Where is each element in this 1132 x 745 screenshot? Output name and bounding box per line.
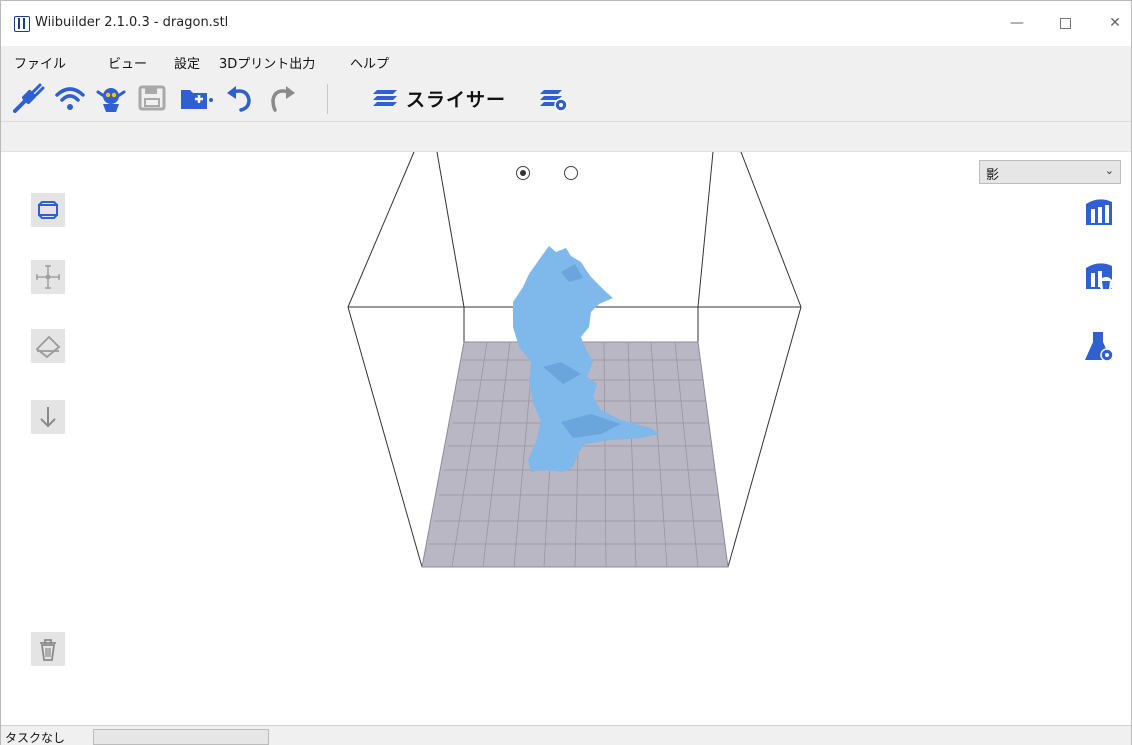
- slicer-settings-icon[interactable]: [537, 82, 571, 114]
- drop-to-bed-icon: [40, 407, 56, 428]
- 3d-viewport[interactable]: 影 ⌄: [1, 152, 1131, 725]
- view-box-icon: [38, 201, 58, 219]
- app-logo-icon: [14, 16, 30, 32]
- rotate-tool-button[interactable]: [31, 329, 65, 363]
- maximize-button[interactable]: [1051, 11, 1079, 35]
- app-window: Wiibuilder 2.1.0.3 - dragon.stl — ✕ ファイル…: [0, 0, 1132, 745]
- menu-settings[interactable]: 設定: [174, 53, 200, 72]
- scene-canvas[interactable]: [1, 152, 1131, 725]
- maximize-icon: [1059, 17, 1071, 29]
- menu-help[interactable]: ヘルプ: [350, 53, 389, 72]
- render-mode-value: 影: [986, 168, 1000, 183]
- support-remove-icon[interactable]: [1083, 260, 1115, 292]
- title-bar: Wiibuilder 2.1.0.3 - dragon.stl — ✕: [1, 1, 1131, 46]
- task-progress-bar: [93, 729, 269, 745]
- drop-to-bed-button[interactable]: [31, 400, 65, 434]
- menu-3d-print-output[interactable]: 3Dプリント出力: [219, 53, 315, 72]
- robot-mascot-icon[interactable]: [94, 82, 128, 114]
- minimize-button[interactable]: —: [1003, 11, 1031, 35]
- render-mode-select[interactable]: 影 ⌄: [979, 160, 1121, 184]
- chevron-down-icon: ⌄: [1104, 164, 1114, 177]
- slicer-button[interactable]: スライサー: [406, 85, 506, 112]
- save-icon[interactable]: [135, 82, 169, 114]
- toolbar: スライサー: [1, 76, 1131, 122]
- menu-bar: ファイル ビュー 設定 3Dプリント出力 ヘルプ: [1, 46, 1131, 76]
- undo-icon[interactable]: [223, 82, 257, 114]
- delete-model-button[interactable]: [31, 632, 65, 666]
- toolbar-separator: [327, 84, 328, 114]
- scale-chart-icon[interactable]: [1083, 196, 1115, 228]
- rotate-plane-icon: [35, 335, 61, 359]
- move-crosshair-icon: [36, 265, 60, 289]
- open-dropdown-icon[interactable]: [206, 82, 216, 114]
- flask-settings-icon[interactable]: [1083, 330, 1115, 362]
- delete-trash-icon: [40, 639, 56, 661]
- view-box-button[interactable]: [31, 193, 65, 227]
- window-title: Wiibuilder 2.1.0.3 - dragon.stl: [35, 15, 229, 30]
- close-button[interactable]: ✕: [1101, 11, 1129, 35]
- status-bar: タスクなし: [1, 725, 1131, 745]
- slicer-layers-icon[interactable]: [369, 82, 403, 114]
- view-mode-radio-2[interactable]: [564, 166, 578, 180]
- menu-view[interactable]: ビュー: [108, 53, 147, 72]
- options-bar: [1, 122, 1131, 152]
- connect-cable-icon[interactable]: [11, 82, 45, 114]
- status-text: タスクなし: [5, 731, 66, 745]
- view-mode-radio-1[interactable]: [516, 166, 530, 180]
- redo-icon[interactable]: [265, 82, 299, 114]
- wifi-icon[interactable]: [53, 82, 87, 114]
- move-tool-button[interactable]: [31, 260, 65, 294]
- menu-file[interactable]: ファイル: [14, 53, 66, 72]
